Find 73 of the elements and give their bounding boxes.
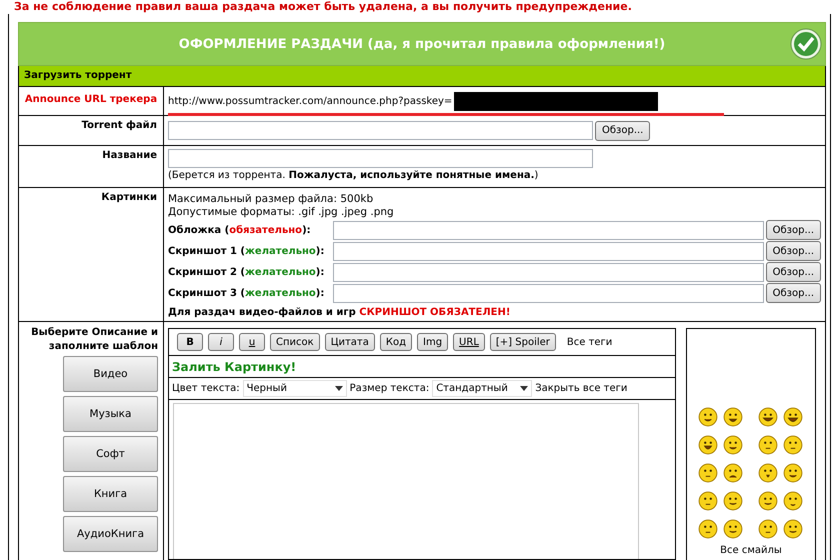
smiley-icon[interactable] bbox=[722, 435, 742, 455]
category-button[interactable]: Видео bbox=[63, 356, 158, 392]
smiley-icon[interactable] bbox=[758, 519, 778, 539]
smiley-icon[interactable] bbox=[758, 491, 778, 511]
smiley-icon[interactable] bbox=[722, 407, 742, 427]
upload-image-link[interactable]: Залить Картинку! bbox=[172, 360, 296, 374]
title-label: Название bbox=[19, 146, 164, 187]
file-input[interactable] bbox=[333, 242, 764, 260]
format-button[interactable]: URL bbox=[453, 333, 485, 351]
format-button[interactable]: u bbox=[239, 333, 265, 351]
screenshot-notice: Для раздач видео-файлов и игр СКРИНШОТ ОБЯЗАТЕЛЕН! bbox=[168, 306, 512, 319]
title-input[interactable] bbox=[168, 149, 593, 168]
smiley-icon[interactable] bbox=[722, 491, 742, 511]
image-field-label: Скриншот 3 (желательно): bbox=[168, 286, 326, 300]
check-icon[interactable] bbox=[790, 28, 822, 60]
category-button[interactable]: АудиоКнига bbox=[63, 516, 158, 552]
title-hint: (Берется из торрента. Пожалуста, используйте понятные имена.) bbox=[168, 170, 540, 181]
category-button[interactable]: Книга bbox=[63, 476, 158, 512]
file-input[interactable] bbox=[168, 121, 593, 140]
smiley-icon[interactable] bbox=[758, 435, 778, 455]
smiley-icon[interactable] bbox=[722, 519, 742, 539]
text-color-select[interactable]: Черный bbox=[242, 380, 347, 397]
browse-button[interactable]: Обзор... bbox=[766, 220, 821, 240]
format-button[interactable]: [+] Spoiler bbox=[490, 333, 556, 351]
text-size-label: Размер текста: bbox=[350, 383, 430, 394]
category-button[interactable]: Музыка bbox=[63, 396, 158, 432]
warning-text: За не соблюдение правил ваша раздача может быть удалена, а вы получить предупреждение. bbox=[13, 0, 633, 14]
format-button[interactable]: Код bbox=[380, 333, 412, 351]
pictures-label: Картинки bbox=[19, 188, 164, 322]
all-tags-link[interactable]: Все теги bbox=[566, 336, 612, 348]
image-field-label: Скриншот 1 (желательно): bbox=[168, 244, 326, 258]
caret-icon bbox=[334, 386, 343, 391]
smiley-icon[interactable] bbox=[782, 491, 802, 511]
format-button[interactable]: Список bbox=[270, 333, 320, 351]
smiley-icon[interactable] bbox=[782, 519, 802, 539]
smiley-icon[interactable] bbox=[758, 407, 778, 427]
text-size-select[interactable]: Стандартный bbox=[432, 380, 532, 397]
format-button[interactable]: Цитата bbox=[324, 333, 375, 351]
caret-icon bbox=[520, 386, 528, 391]
smiley-icon[interactable] bbox=[698, 407, 718, 427]
image-field-label: Скриншот 2 (желательно): bbox=[168, 266, 326, 278]
announce-url: http://www.possumtracker.com/announce.php?passkey= bbox=[168, 96, 452, 107]
category-button[interactable]: Софт bbox=[63, 436, 158, 472]
smiley-icon[interactable] bbox=[698, 519, 718, 539]
all-smileys-link[interactable]: Все смайлы bbox=[720, 545, 782, 556]
info-text: Максимальный размер файла: 500kb bbox=[168, 193, 374, 206]
close-tags-link[interactable]: Закрыть все теги bbox=[535, 383, 628, 394]
browse-button[interactable]: Обзор... bbox=[766, 241, 821, 261]
smiley-icon[interactable] bbox=[698, 435, 718, 455]
torrent-file-label: Torrent файл bbox=[19, 116, 164, 145]
format-button[interactable]: Img bbox=[417, 333, 448, 351]
file-input[interactable] bbox=[333, 262, 764, 282]
smiley-icon[interactable] bbox=[698, 463, 718, 483]
format-button[interactable]: B bbox=[177, 333, 203, 351]
browse-button[interactable]: Обзор... bbox=[766, 262, 821, 282]
smiley-icon[interactable] bbox=[782, 463, 802, 483]
announce-label: Announce URL трекера bbox=[19, 87, 164, 119]
section-title: Загрузить торрент bbox=[19, 66, 825, 87]
smiley-icon[interactable] bbox=[758, 463, 778, 483]
smiley-icon[interactable] bbox=[698, 491, 718, 511]
header-title: ОФОРМЛЕНИЕ РАЗДАЧИ (да, я прочитал правила оформления!) bbox=[178, 36, 666, 52]
browse-button[interactable]: Обзор... bbox=[595, 120, 650, 140]
format-button[interactable]: i bbox=[208, 333, 234, 351]
smiley-icon[interactable] bbox=[782, 435, 802, 455]
file-input[interactable] bbox=[333, 220, 764, 240]
browse-button[interactable]: Обзор... bbox=[766, 283, 821, 303]
text-color-label: Цвет текста: bbox=[172, 383, 240, 394]
info-text: Допустимые форматы: .gif .jpg .jpeg .png bbox=[168, 206, 395, 219]
image-field-label: Обложка (обязательно): bbox=[168, 224, 312, 236]
smiley-icon[interactable] bbox=[782, 407, 802, 427]
description-label: Выберите Описание и заполните шаблон bbox=[30, 326, 158, 354]
smiley-icon[interactable] bbox=[722, 463, 742, 483]
file-input[interactable] bbox=[333, 284, 764, 302]
